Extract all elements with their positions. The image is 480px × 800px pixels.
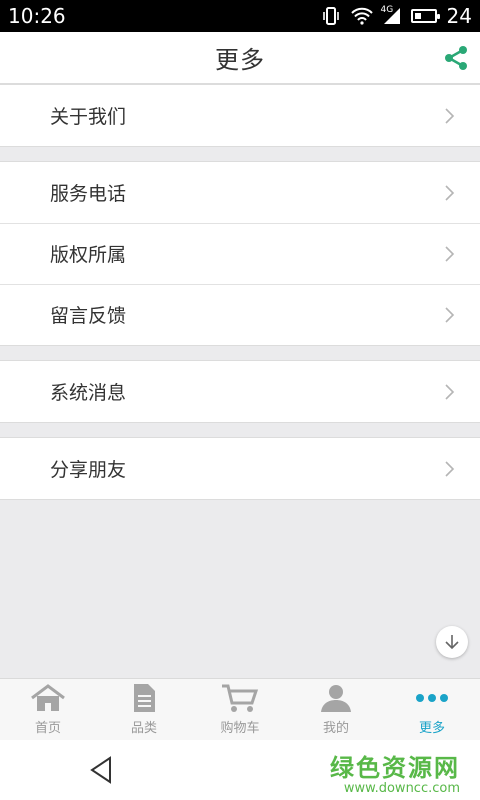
menu-item-about-us[interactable]: 关于我们 <box>0 85 480 146</box>
menu-list: 关于我们 服务电话 版权所属 留言反馈 系统消息 分享朋友 <box>0 84 480 500</box>
menu-item-label: 系统消息 <box>50 382 127 404</box>
page-title: 更多 <box>215 46 265 74</box>
bottom-tab-bar: 首页 品类 购物车 我的 更多 <box>0 678 480 740</box>
back-icon[interactable] <box>88 755 114 785</box>
page-header: 更多 <box>0 32 480 84</box>
tab-cart[interactable]: 购物车 <box>192 679 288 740</box>
menu-item-label: 关于我们 <box>50 106 127 128</box>
watermark-title: 绿色资源网 <box>330 754 460 782</box>
watermark-url: www.downcc.com <box>343 781 460 796</box>
menu-item-label: 留言反馈 <box>50 305 127 327</box>
system-nav-bar: 绿色资源网 www.downcc.com <box>0 740 480 800</box>
user-icon <box>321 685 351 712</box>
tab-home[interactable]: 首页 <box>0 679 96 740</box>
menu-item-share-friends[interactable]: 分享朋友 <box>0 438 480 499</box>
cart-icon <box>222 684 259 712</box>
vibrate-icon <box>321 6 341 26</box>
battery-icon <box>410 9 440 23</box>
signal-icon: 4G <box>380 5 401 25</box>
menu-item-label: 分享朋友 <box>50 459 127 481</box>
menu-item-label: 服务电话 <box>50 183 127 205</box>
menu-item-service-phone[interactable]: 服务电话 <box>0 162 480 223</box>
tab-label: 购物车 <box>220 721 260 736</box>
tab-label: 我的 <box>322 721 349 736</box>
chevron-right-icon <box>445 184 455 201</box>
menu-group-share: 分享朋友 <box>0 437 480 500</box>
tab-more[interactable]: 更多 <box>384 679 480 740</box>
chevron-right-icon <box>445 383 455 400</box>
chevron-right-icon <box>445 460 455 477</box>
menu-item-feedback[interactable]: 留言反馈 <box>0 284 480 345</box>
tab-label: 首页 <box>34 721 61 736</box>
tab-label: 更多 <box>418 721 445 736</box>
network-type: 4G <box>380 5 394 15</box>
menu-item-system-messages[interactable]: 系统消息 <box>0 361 480 422</box>
tab-category[interactable]: 品类 <box>96 679 192 740</box>
menu-group-messages: 系统消息 <box>0 360 480 423</box>
tab-mine[interactable]: 我的 <box>288 679 384 740</box>
status-bar: 10:26 4G 24 <box>0 0 480 32</box>
menu-group-about: 关于我们 <box>0 84 480 147</box>
chevron-right-icon <box>445 306 455 323</box>
menu-group-info: 服务电话 版权所属 留言反馈 <box>0 161 480 346</box>
menu-item-label: 版权所属 <box>50 244 127 266</box>
share-button[interactable] <box>442 44 470 72</box>
arrow-down-icon <box>445 635 459 650</box>
home-icon <box>31 684 65 711</box>
chevron-right-icon <box>445 107 455 124</box>
more-dots-icon <box>416 694 448 702</box>
menu-item-copyright[interactable]: 版权所属 <box>0 223 480 284</box>
scroll-down-button[interactable] <box>436 626 468 658</box>
battery-level: 24 <box>446 4 472 28</box>
watermark: 绿色资源网 www.downcc.com <box>330 748 460 796</box>
share-icon <box>445 46 467 70</box>
chevron-right-icon <box>445 245 455 262</box>
wifi-icon <box>350 7 373 25</box>
status-time: 10:26 <box>8 4 66 28</box>
tab-label: 品类 <box>130 721 157 736</box>
document-icon <box>134 684 155 712</box>
